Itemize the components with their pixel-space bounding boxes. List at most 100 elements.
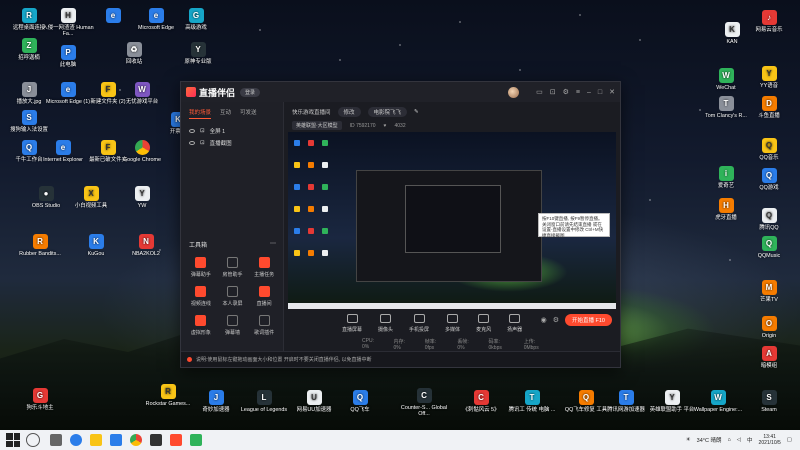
desktop-icon[interactable]: G 高级游戏 [170, 8, 222, 31]
settings-small-icon[interactable]: ⚙ [553, 316, 559, 324]
desktop-icon[interactable]: Google Chrome [116, 140, 168, 163]
tool-icon [195, 315, 207, 326]
record-icon[interactable]: ◉ [541, 316, 547, 324]
desktop-icon[interactable]: S 搜狗输入法设置 [3, 110, 55, 133]
maximize-icon[interactable]: □ [598, 89, 602, 96]
app-logo: 直播伴侣 [186, 86, 235, 99]
more-icon[interactable]: ⋯ [270, 240, 276, 249]
tool-item[interactable]: 视频连线 [185, 286, 217, 307]
menu-icon[interactable]: ≡ [576, 89, 580, 96]
tool-item[interactable]: 歌词插件 [248, 315, 280, 336]
tool-item[interactable]: 虚拟形象 [185, 315, 217, 336]
task-view-icon[interactable] [50, 434, 62, 446]
edit-title-button[interactable]: 修改 [337, 107, 361, 117]
desktop-icon[interactable]: Q QQ音乐 [743, 138, 795, 161]
lock-icon[interactable]: ⊡ [200, 128, 205, 134]
gift-icon[interactable]: ⊡ [550, 88, 556, 96]
tool-item[interactable]: 直播间 [248, 286, 280, 307]
desktop-icon[interactable]: ♻ 回收站 [108, 42, 160, 65]
weather-icon[interactable]: ☀ [686, 437, 691, 443]
desktop-icon[interactable]: R Rubber Bandits... [14, 234, 66, 257]
eye-icon[interactable] [189, 129, 195, 133]
desktop-icon[interactable]: R Rockstar Games... [142, 384, 194, 407]
desktop-icon[interactable]: T 腾讯工 传统 电脑 ... [506, 390, 558, 413]
app-shortcut-icon: R [21, 8, 37, 23]
tab-scenes[interactable]: 我的场景 [189, 108, 212, 119]
desktop-icon[interactable]: Y 原神专业版 [172, 42, 224, 65]
title-bar[interactable]: 直播伴侣 登录 ▭ ⊡ ⚙ ≡ – □ ✕ [181, 82, 620, 102]
settings-icon[interactable]: ⚙ [563, 88, 569, 96]
desktop-icon[interactable]: C 《刺骷风云 5》 [455, 390, 507, 413]
source-control[interactable]: 摄像头 [378, 314, 393, 333]
lock-icon[interactable]: ⊡ [200, 140, 205, 146]
avatar[interactable] [508, 86, 520, 98]
scene-item[interactable]: ⊡ 直播截图 [181, 135, 283, 147]
volume-icon[interactable]: ◁ [737, 437, 741, 443]
tool-item[interactable]: 房管助手 [217, 257, 249, 278]
desktop-icon[interactable]: Y 英雄联盟助手 平台 [646, 390, 698, 413]
source-control[interactable]: 直播屏幕 [342, 314, 362, 333]
screen-icon[interactable]: ▭ [536, 88, 543, 96]
desktop-icon[interactable]: W 无忧游戏平台 [116, 82, 168, 105]
chrome-icon[interactable] [130, 434, 142, 446]
pencil-icon[interactable]: ✎ [414, 109, 419, 115]
desktop-icon[interactable]: Q QQ游戏 [743, 168, 795, 191]
app-icon[interactable] [150, 434, 162, 446]
desktop-icon[interactable]: J 奇妙加速器 [190, 390, 242, 413]
desktop-icon[interactable]: M 芒果TV [743, 280, 795, 303]
desktop-icon[interactable]: X 小白视频工具 [65, 186, 117, 209]
desktop-icon[interactable]: P 此电脑 [42, 45, 94, 68]
desktop-icon[interactable]: T Tom Clancy's R... [700, 96, 752, 119]
desktop-icon[interactable]: S Steam [743, 390, 795, 413]
desktop-icon[interactable]: K KuGou [70, 234, 122, 257]
desktop-icon-label: Tom Clancy's R... [705, 113, 747, 119]
start-button[interactable] [6, 433, 20, 447]
desktop-icon[interactable]: ♪ 网易云音乐 [743, 10, 795, 33]
wechat-icon[interactable] [190, 434, 202, 446]
weather-text[interactable]: 34°C 晴朗 [697, 436, 722, 444]
room-name-pill[interactable]: 电影院飞飞 [367, 107, 408, 117]
search-icon[interactable] [26, 433, 40, 447]
desktop-icon[interactable]: G 狗乐斗地主 [14, 388, 66, 411]
desktop-icon[interactable]: Q 腾讯QQ [743, 208, 795, 231]
input-language[interactable]: 中 [747, 436, 753, 444]
stream-title[interactable]: 快乐游戏直播间 [292, 108, 331, 116]
desktop-icon[interactable]: Q QQ飞车 [334, 390, 386, 413]
tool-item[interactable]: 主播任务 [248, 257, 280, 278]
tab-interaction[interactable]: 互动 [220, 108, 231, 119]
clock[interactable]: 13:41 2021/10/5 [759, 434, 781, 446]
desktop-icon[interactable]: Y YW [116, 186, 168, 209]
minimize-icon[interactable]: – [587, 89, 591, 96]
desktop-icon[interactable]: C Counter-S... Global Off... [398, 388, 450, 417]
desktop-icon[interactable]: N NBA2KOL2 [120, 234, 172, 257]
source-control[interactable]: 扬声器 [507, 314, 522, 333]
scene-item[interactable]: ⊡ 全屏 1 [181, 123, 283, 135]
fans-icon: ♥ [383, 122, 387, 129]
desktop-icon[interactable]: U 网易UU加速器 [288, 390, 340, 413]
desktop-icon[interactable]: T 腾讯网游加速器 [600, 390, 652, 413]
tool-item[interactable]: 弹幕墙 [217, 315, 249, 336]
desktop-icon[interactable]: A 暗模组 [743, 346, 795, 369]
source-control[interactable]: 麦克风 [476, 314, 491, 333]
desktop-icon[interactable]: L League of Legends [238, 390, 290, 413]
network-icon[interactable]: ⌂ [727, 437, 730, 443]
notification-icon[interactable]: ▢ [787, 437, 792, 443]
live-companion-taskbar-icon[interactable] [170, 434, 182, 446]
desktop-icon[interactable]: W Wallpaper Engine:... [692, 390, 744, 413]
source-control[interactable]: 手机投屏 [409, 314, 429, 333]
tool-item[interactable]: 本人录屏 [217, 286, 249, 307]
explorer-icon[interactable] [90, 434, 102, 446]
category-badge[interactable]: 英雄联盟·大区模型 [292, 121, 342, 130]
edge-icon[interactable] [70, 434, 82, 446]
close-icon[interactable]: ✕ [609, 88, 615, 96]
desktop-icon[interactable]: Q QQMusic [743, 236, 795, 259]
desktop-icon[interactable]: W WeChat [700, 68, 752, 91]
store-icon[interactable] [110, 434, 122, 446]
tool-item[interactable]: 弹幕助手 [185, 257, 217, 278]
eye-icon[interactable] [189, 141, 195, 145]
login-badge[interactable]: 登录 [240, 87, 261, 97]
desktop-icon[interactable]: O Origin [743, 316, 795, 339]
source-control[interactable]: 多媒体 [445, 314, 460, 333]
go-live-button[interactable]: 开始直播 F10 [564, 314, 612, 326]
tab-sendable[interactable]: 可发送 [240, 108, 257, 119]
